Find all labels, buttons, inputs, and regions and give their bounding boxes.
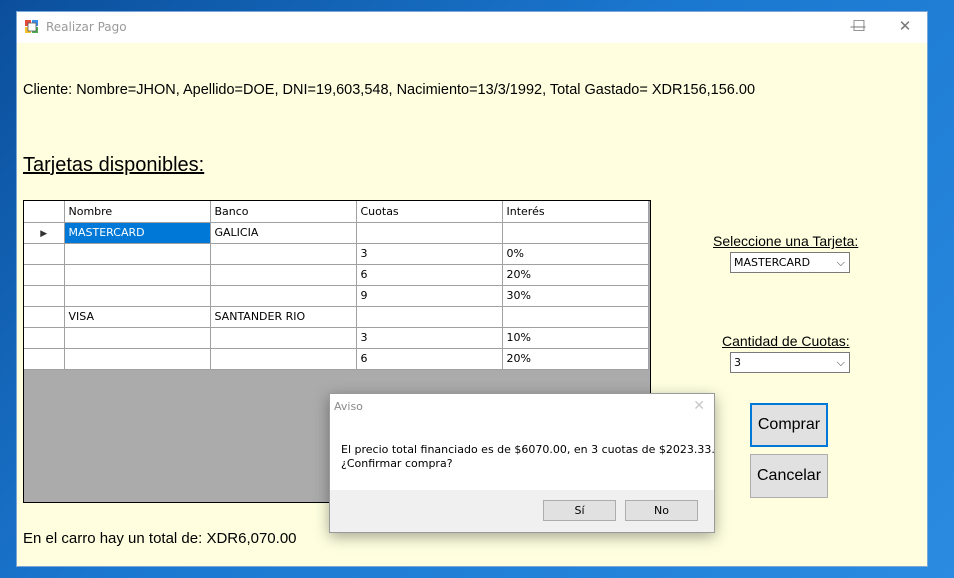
- cell-cuotas[interactable]: 9: [356, 285, 503, 307]
- row-header[interactable]: [24, 327, 65, 349]
- card-select-value: MASTERCARD: [734, 256, 811, 269]
- cell-nombre[interactable]: [64, 243, 211, 265]
- cell-interes[interactable]: 20%: [502, 348, 649, 370]
- cell-cuotas[interactable]: 6: [356, 348, 503, 370]
- column-header-nombre[interactable]: Nombre: [64, 201, 211, 223]
- installments-select[interactable]: 3 ⌵: [730, 352, 850, 373]
- cell-nombre[interactable]: [64, 264, 211, 286]
- cell-banco[interactable]: [210, 327, 357, 349]
- window-title: Realizar Pago: [46, 20, 127, 34]
- cancel-button[interactable]: Cancelar: [750, 454, 828, 498]
- cell-interes[interactable]: [502, 306, 649, 328]
- dialog-message: El precio total financiado es de $6070.0…: [341, 443, 715, 471]
- cell-banco[interactable]: SANTANDER RIO: [210, 306, 357, 328]
- cell-banco[interactable]: [210, 348, 357, 370]
- cell-interes[interactable]: [502, 222, 649, 244]
- cell-interes[interactable]: 0%: [502, 243, 649, 265]
- dialog-close-button[interactable]: ✕: [693, 397, 705, 414]
- cell-nombre[interactable]: VISA: [64, 306, 211, 328]
- chevron-down-icon: ⌵: [836, 256, 845, 269]
- cell-interes[interactable]: 10%: [502, 327, 649, 349]
- cell-interes[interactable]: 20%: [502, 264, 649, 286]
- table-row[interactable]: 9 30%: [24, 285, 649, 307]
- dialog-message-line2: ¿Confirmar compra?: [341, 457, 453, 470]
- cell-interes[interactable]: 30%: [502, 285, 649, 307]
- dialog-title: Aviso: [334, 400, 363, 413]
- cell-cuotas[interactable]: 3: [356, 243, 503, 265]
- confirm-dialog: Aviso ✕ El precio total financiado es de…: [329, 393, 715, 533]
- column-header-banco[interactable]: Banco: [210, 201, 357, 223]
- table-row[interactable]: 3 10%: [24, 327, 649, 349]
- yes-button[interactable]: Sí: [543, 500, 616, 521]
- cell-cuotas[interactable]: [356, 306, 503, 328]
- table-row[interactable]: ▶ MASTERCARD GALICIA: [24, 222, 649, 244]
- card-select-label: Seleccione una Tarjeta:: [713, 233, 859, 249]
- row-header[interactable]: ▶: [24, 222, 65, 244]
- column-header-interes[interactable]: Interés: [502, 201, 649, 223]
- maximize-icon: ☐: [852, 18, 866, 35]
- maximize-button[interactable]: ☐: [836, 12, 882, 43]
- cell-cuotas[interactable]: 6: [356, 264, 503, 286]
- cell-banco[interactable]: [210, 243, 357, 265]
- dialog-footer: Sí No: [330, 490, 714, 532]
- installments-select-label: Cantidad de Cuotas:: [722, 333, 850, 349]
- cart-total: En el carro hay un total de: XDR6,070.00: [23, 530, 297, 547]
- close-icon: ✕: [693, 397, 705, 413]
- cell-banco[interactable]: [210, 285, 357, 307]
- table-row[interactable]: VISA SANTANDER RIO: [24, 306, 649, 328]
- grid-header-row: Nombre Banco Cuotas Interés: [24, 201, 649, 223]
- row-header[interactable]: [24, 306, 65, 328]
- title-bar[interactable]: Realizar Pago — ☐ ✕: [17, 12, 927, 43]
- chevron-down-icon: ⌵: [836, 356, 845, 369]
- cell-banco[interactable]: [210, 264, 357, 286]
- cell-banco[interactable]: GALICIA: [210, 222, 357, 244]
- row-header[interactable]: [24, 285, 65, 307]
- table-row[interactable]: 6 20%: [24, 264, 649, 286]
- close-icon: ✕: [898, 18, 912, 35]
- close-button[interactable]: ✕: [882, 12, 928, 43]
- cell-cuotas[interactable]: [356, 222, 503, 244]
- table-row[interactable]: 6 20%: [24, 348, 649, 370]
- app-icon: [25, 20, 39, 34]
- installments-select-value: 3: [734, 356, 741, 369]
- available-cards-title: Tarjetas disponibles:: [23, 154, 205, 176]
- dialog-message-line1: El precio total financiado es de $6070.0…: [341, 443, 715, 456]
- current-row-arrow-icon: ▶: [40, 229, 48, 239]
- no-button[interactable]: No: [625, 500, 698, 521]
- cell-nombre[interactable]: [64, 327, 211, 349]
- cell-nombre[interactable]: [64, 285, 211, 307]
- table-row[interactable]: 3 0%: [24, 243, 649, 265]
- column-header-cuotas[interactable]: Cuotas: [356, 201, 503, 223]
- row-header[interactable]: [24, 243, 65, 265]
- row-header[interactable]: [24, 348, 65, 370]
- client-info: Cliente: Nombre=JHON, Apellido=DOE, DNI=…: [23, 82, 756, 98]
- cell-nombre[interactable]: [64, 348, 211, 370]
- row-header[interactable]: [24, 264, 65, 286]
- card-select[interactable]: MASTERCARD ⌵: [730, 252, 850, 273]
- cards-table: Nombre Banco Cuotas Interés ▶ MASTERCARD G…: [24, 201, 649, 370]
- row-header-corner[interactable]: [24, 201, 65, 223]
- buy-button[interactable]: Comprar: [750, 403, 828, 447]
- cell-cuotas[interactable]: 3: [356, 327, 503, 349]
- cell-nombre[interactable]: MASTERCARD: [64, 222, 211, 244]
